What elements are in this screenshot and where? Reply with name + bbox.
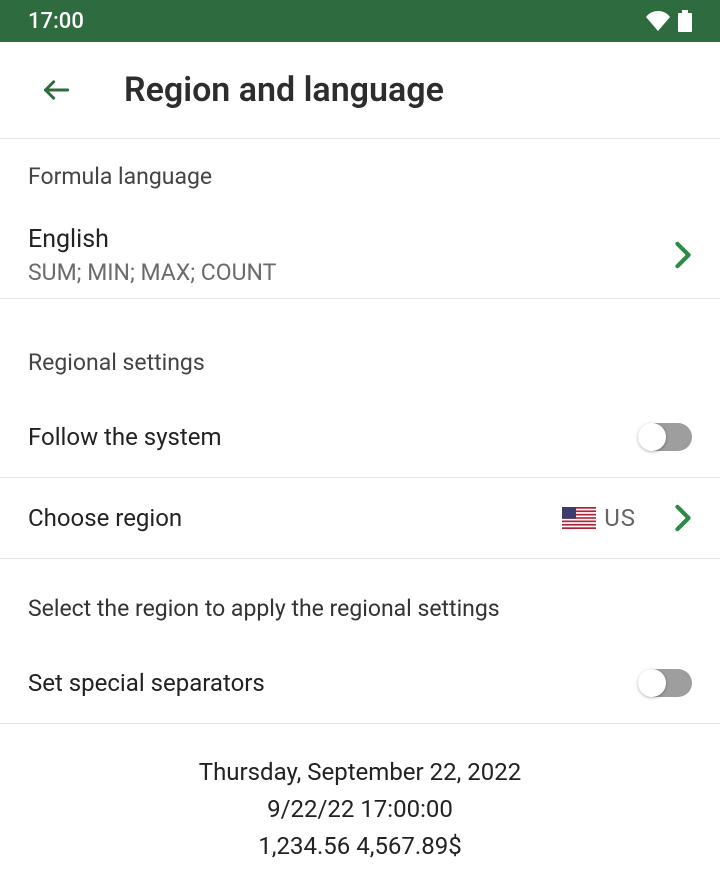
us-flag-icon bbox=[562, 507, 596, 529]
region-description: Select the region to apply the regional … bbox=[0, 559, 720, 644]
sample-date-long: Thursday, September 22, 2022 bbox=[28, 754, 692, 791]
page-title: Region and language bbox=[124, 70, 444, 110]
set-separators-toggle[interactable] bbox=[640, 669, 692, 697]
formula-language-header: Formula language bbox=[0, 139, 720, 212]
follow-system-row[interactable]: Follow the system bbox=[0, 398, 720, 478]
follow-system-label: Follow the system bbox=[28, 422, 222, 453]
formula-language-content: English SUM; MIN; MAX; COUNT bbox=[28, 224, 674, 286]
sample-datetime: 9/22/22 17:00:00 bbox=[28, 791, 692, 828]
choose-region-row[interactable]: Choose region US bbox=[0, 478, 720, 559]
follow-system-toggle[interactable] bbox=[640, 423, 692, 451]
status-bar: 17:00 bbox=[0, 0, 720, 42]
app-bar: Region and language bbox=[0, 42, 720, 139]
battery-icon bbox=[678, 10, 692, 32]
set-separators-label: Set special separators bbox=[28, 668, 265, 699]
chevron-right-icon bbox=[674, 504, 692, 532]
regional-settings-header: Regional settings bbox=[0, 319, 720, 398]
region-value: US bbox=[562, 504, 636, 532]
formula-language-row[interactable]: English SUM; MIN; MAX; COUNT bbox=[0, 212, 720, 299]
sample-numbers: 1,234.56 4,567.89$ bbox=[28, 828, 692, 865]
formula-language-value: English bbox=[28, 224, 674, 257]
choose-region-label: Choose region bbox=[28, 504, 562, 532]
wifi-icon bbox=[646, 11, 670, 31]
formula-examples: SUM; MIN; MAX; COUNT bbox=[28, 259, 674, 286]
back-arrow-icon[interactable] bbox=[42, 76, 70, 104]
set-separators-row[interactable]: Set special separators bbox=[0, 644, 720, 724]
status-icons bbox=[646, 10, 692, 32]
format-samples: Thursday, September 22, 2022 9/22/22 17:… bbox=[0, 724, 720, 873]
chevron-right-icon bbox=[674, 241, 692, 269]
region-code: US bbox=[604, 504, 636, 532]
content: Formula language English SUM; MIN; MAX; … bbox=[0, 139, 720, 873]
status-time: 17:00 bbox=[28, 9, 84, 34]
